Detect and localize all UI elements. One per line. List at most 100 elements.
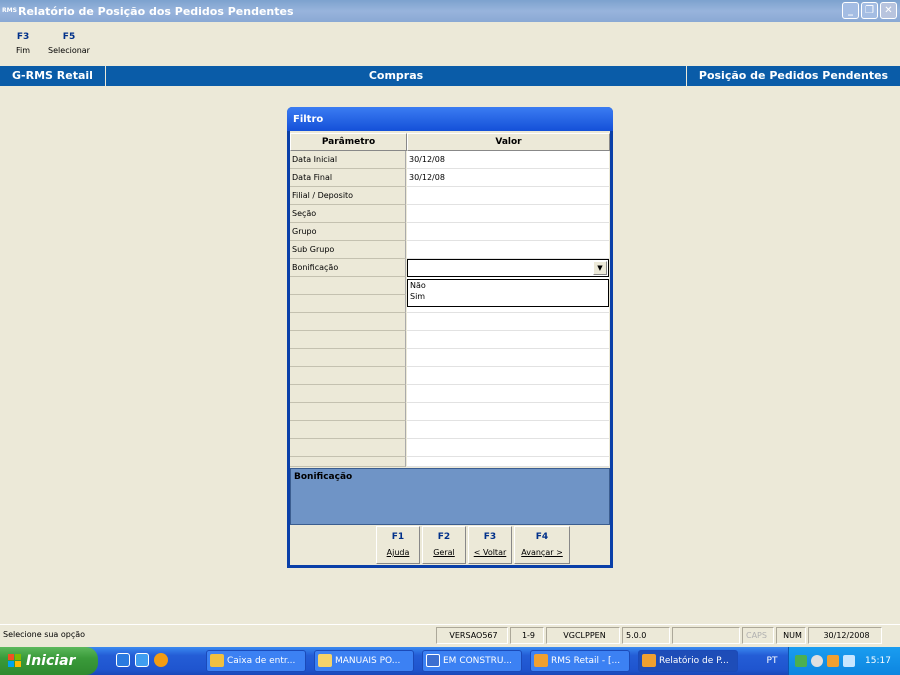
avancar-button[interactable]: F4 Avançar > [514, 526, 570, 564]
avancar-key: F4 [535, 532, 549, 542]
status-page: 1-9 [510, 627, 544, 644]
column-parametro: Parâmetro [290, 133, 407, 151]
toolbar-selecionar-label: Selecionar [48, 46, 90, 55]
param-label: Seção [290, 205, 406, 223]
status-caps: CAPS [742, 627, 774, 644]
status-date: 30/12/2008 [808, 627, 882, 644]
secao-field[interactable] [407, 205, 609, 223]
table-row[interactable]: Data Inicial 30/12/08 [290, 151, 610, 169]
bonificacao-select[interactable]: ▼ [407, 259, 609, 277]
taskbar-item-relatorio[interactable]: Relatório de P... [638, 650, 738, 672]
filter-dialog-title: Filtro [287, 107, 613, 131]
taskbar-item-label: EM CONSTRU... [443, 656, 513, 666]
data-inicial-field[interactable]: 30/12/08 [407, 151, 609, 169]
avancar-label: Avançar > [521, 548, 563, 557]
close-button[interactable]: ✕ [880, 2, 897, 19]
table-row[interactable]: Bonificação ▼ [290, 259, 610, 277]
column-valor: Valor [407, 133, 610, 151]
filter-dialog: Filtro Parâmetro Valor Data Inicial 30/1… [287, 107, 613, 568]
status-empty [672, 627, 740, 644]
taskbar-item-label: Relatório de P... [659, 656, 729, 666]
window-title: Relatório de Posição dos Pedidos Pendent… [18, 4, 294, 18]
dropdown-option-nao[interactable]: Não [408, 280, 608, 291]
taskbar-item-label: RMS Retail - [... [551, 656, 621, 666]
module-header: G-RMS Retail Compras Posição de Pedidos … [0, 66, 900, 86]
geral-key: F2 [437, 532, 451, 542]
table-row[interactable]: Filial / Deposito [290, 187, 610, 205]
function-keys: F1 Ajuda F2 Geral F3 < Voltar F4 Avançar… [376, 526, 608, 564]
ajuda-button[interactable]: F1 Ajuda [376, 526, 420, 564]
toolbar-fim-button[interactable]: F3 Fim [16, 32, 30, 64]
param-label: Filial / Deposito [290, 187, 406, 205]
rms-app-icon [534, 654, 548, 667]
help-panel: Bonificação [290, 468, 610, 525]
clock[interactable]: 15:17 [865, 647, 891, 675]
table-row[interactable] [290, 349, 610, 367]
language-indicator[interactable]: PT [761, 647, 783, 675]
toolbar: F3 Fim F5 Selecionar [0, 22, 900, 64]
volume-icon[interactable] [811, 655, 823, 667]
filter-grid-header: Parâmetro Valor [290, 133, 610, 151]
rms-tray-icon[interactable] [827, 655, 839, 667]
status-release: 5.0.0 [622, 627, 670, 644]
table-row[interactable] [290, 403, 610, 421]
voltar-key: F3 [483, 532, 497, 542]
dropdown-option-sim[interactable]: Sim [408, 291, 608, 302]
help-panel-title: Bonificação [294, 472, 353, 482]
table-row[interactable] [290, 439, 610, 457]
restore-button[interactable]: ❐ [861, 2, 878, 19]
minimize-button[interactable]: _ [842, 2, 859, 19]
param-label: Bonificação [290, 259, 406, 277]
geral-button[interactable]: F2 Geral [422, 526, 466, 564]
voltar-label: < Voltar [473, 548, 507, 557]
ajuda-label: Ajuda [386, 548, 410, 557]
start-button[interactable]: Iniciar [0, 647, 98, 675]
ie-alt-icon[interactable] [135, 653, 149, 667]
table-row[interactable]: Sub Grupo [290, 241, 610, 259]
grupo-field[interactable] [407, 223, 609, 241]
toolbar-selecionar-button[interactable]: F5 Selecionar [48, 32, 90, 64]
windows-logo-icon [8, 654, 21, 667]
table-row[interactable] [290, 385, 610, 403]
header-screen: Posição de Pedidos Pendentes [698, 69, 889, 82]
folder-icon [318, 654, 332, 667]
table-row[interactable] [290, 313, 610, 331]
taskbar-item-label: Caixa de entr... [227, 656, 296, 666]
table-row[interactable] [290, 421, 610, 439]
taskbar-item-caixa[interactable]: Caixa de entr... [206, 650, 306, 672]
status-bar: Selecione sua opção VERSAO567 1-9 VGCLPP… [0, 624, 900, 645]
param-label: Data Final [290, 169, 406, 187]
bonificacao-dropdown[interactable]: Não Sim [407, 279, 609, 307]
media-icon[interactable] [154, 653, 168, 667]
taskbar-item-manuais[interactable]: MANUAIS PO... [314, 650, 414, 672]
status-message: Selecione sua opção [3, 630, 86, 639]
param-label: Data Inicial [290, 151, 406, 169]
voltar-button[interactable]: F3 < Voltar [468, 526, 512, 564]
window-title-bar[interactable]: RMS Relatório de Posição dos Pedidos Pen… [0, 0, 900, 22]
header-system: G-RMS Retail [12, 69, 93, 82]
geral-label: Geral [433, 548, 455, 557]
toolbar-fim-key: F3 [16, 32, 30, 42]
table-row[interactable] [290, 367, 610, 385]
filial-deposito-field[interactable] [407, 187, 609, 205]
network-icon[interactable] [795, 655, 807, 667]
envelope-icon [210, 654, 224, 667]
monitor-icon[interactable] [843, 655, 855, 667]
data-final-field[interactable]: 30/12/08 [407, 169, 609, 187]
table-row[interactable] [290, 331, 610, 349]
param-label: Grupo [290, 223, 406, 241]
status-version: VERSAO567 [436, 627, 508, 644]
table-row[interactable]: Seção [290, 205, 610, 223]
taskbar-item-label: MANUAIS PO... [335, 656, 401, 666]
table-row[interactable]: Data Final 30/12/08 [290, 169, 610, 187]
chevron-down-icon[interactable]: ▼ [593, 261, 607, 275]
ie-icon[interactable] [116, 653, 130, 667]
param-label: Sub Grupo [290, 241, 406, 259]
taskbar: Iniciar Caixa de entr... MANUAIS PO... E… [0, 647, 900, 675]
table-row[interactable]: Grupo [290, 223, 610, 241]
taskbar-item-em-constru[interactable]: EM CONSTRU... [422, 650, 522, 672]
status-num: NUM [776, 627, 806, 644]
sub-grupo-field[interactable] [407, 241, 609, 259]
taskbar-item-rms-retail[interactable]: RMS Retail - [... [530, 650, 630, 672]
status-program: VGCLPPEN [546, 627, 620, 644]
